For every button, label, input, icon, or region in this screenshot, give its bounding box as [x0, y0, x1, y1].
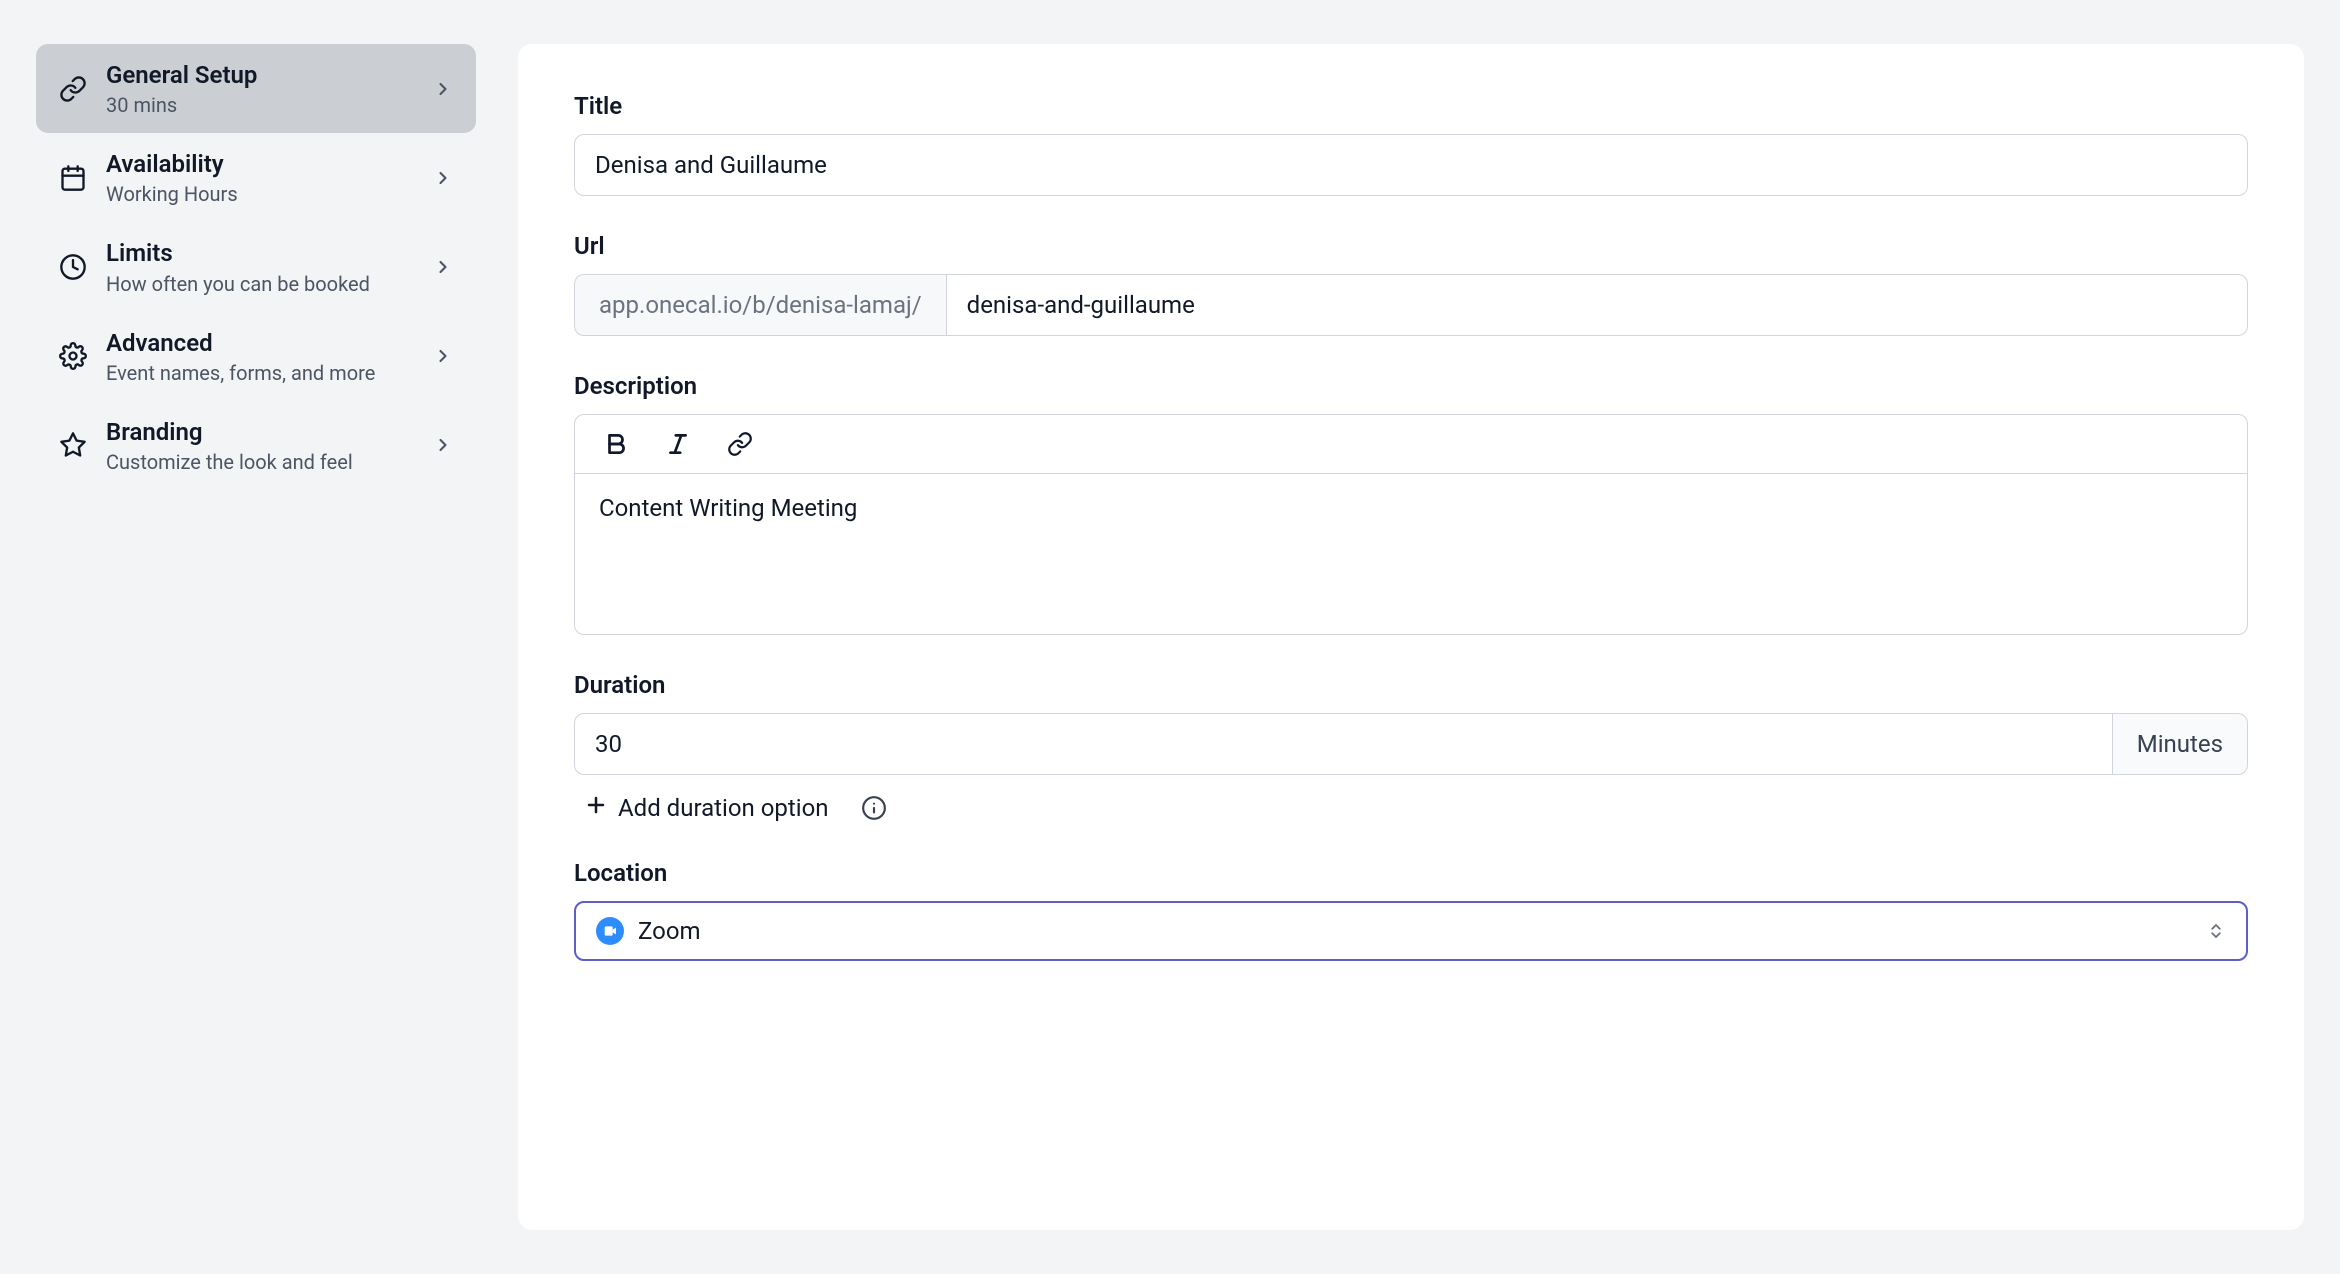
title-input[interactable] [574, 134, 2248, 196]
add-duration-button[interactable]: Add duration option [584, 793, 829, 823]
add-duration-label: Add duration option [618, 794, 829, 822]
sidebar: General Setup 30 mins Availability Worki… [36, 44, 476, 1230]
sidebar-item-subtitle: Working Hours [106, 182, 414, 206]
link-icon [58, 74, 88, 104]
location-value: Zoom [638, 917, 2192, 945]
title-label: Title [574, 92, 2248, 120]
sidebar-item-title: Advanced [106, 328, 414, 359]
calendar-icon [58, 163, 88, 193]
clock-icon [58, 252, 88, 282]
sidebar-item-subtitle: Customize the look and feel [106, 450, 414, 474]
link-button[interactable] [723, 427, 757, 461]
sidebar-item-availability[interactable]: Availability Working Hours [36, 133, 476, 222]
url-input[interactable] [946, 274, 2248, 336]
bold-button[interactable] [599, 427, 633, 461]
url-label: Url [574, 232, 2248, 260]
sidebar-item-general-setup[interactable]: General Setup 30 mins [36, 44, 476, 133]
description-editor[interactable]: Content Writing Meeting [575, 474, 2247, 634]
chevron-up-down-icon [2206, 919, 2226, 943]
info-icon[interactable] [861, 795, 887, 821]
description-label: Description [574, 372, 2248, 400]
sidebar-item-subtitle: Event names, forms, and more [106, 361, 414, 385]
plus-icon [584, 793, 608, 823]
zoom-icon [596, 917, 624, 945]
sidebar-item-title: General Setup [106, 60, 414, 91]
sidebar-item-subtitle: 30 mins [106, 93, 414, 117]
sidebar-item-title: Branding [106, 417, 414, 448]
url-prefix: app.onecal.io/b/denisa-lamaj/ [574, 274, 946, 336]
chevron-right-icon [432, 434, 454, 456]
chevron-right-icon [432, 256, 454, 278]
sidebar-item-advanced[interactable]: Advanced Event names, forms, and more [36, 312, 476, 401]
sidebar-item-branding[interactable]: Branding Customize the look and feel [36, 401, 476, 490]
italic-button[interactable] [661, 427, 695, 461]
gear-icon [58, 341, 88, 371]
chevron-right-icon [432, 78, 454, 100]
sidebar-item-title: Limits [106, 238, 414, 269]
location-label: Location [574, 859, 2248, 887]
location-select[interactable]: Zoom [574, 901, 2248, 961]
chevron-right-icon [432, 345, 454, 367]
duration-input[interactable] [574, 713, 2113, 775]
sidebar-item-limits[interactable]: Limits How often you can be booked [36, 222, 476, 311]
sidebar-item-title: Availability [106, 149, 414, 180]
sidebar-item-subtitle: How often you can be booked [106, 272, 414, 296]
main-panel: Title Url app.onecal.io/b/denisa-lamaj/ … [518, 44, 2304, 1230]
editor-toolbar [575, 415, 2247, 474]
duration-unit: Minutes [2113, 713, 2248, 775]
star-icon [58, 430, 88, 460]
chevron-right-icon [432, 167, 454, 189]
duration-label: Duration [574, 671, 2248, 699]
